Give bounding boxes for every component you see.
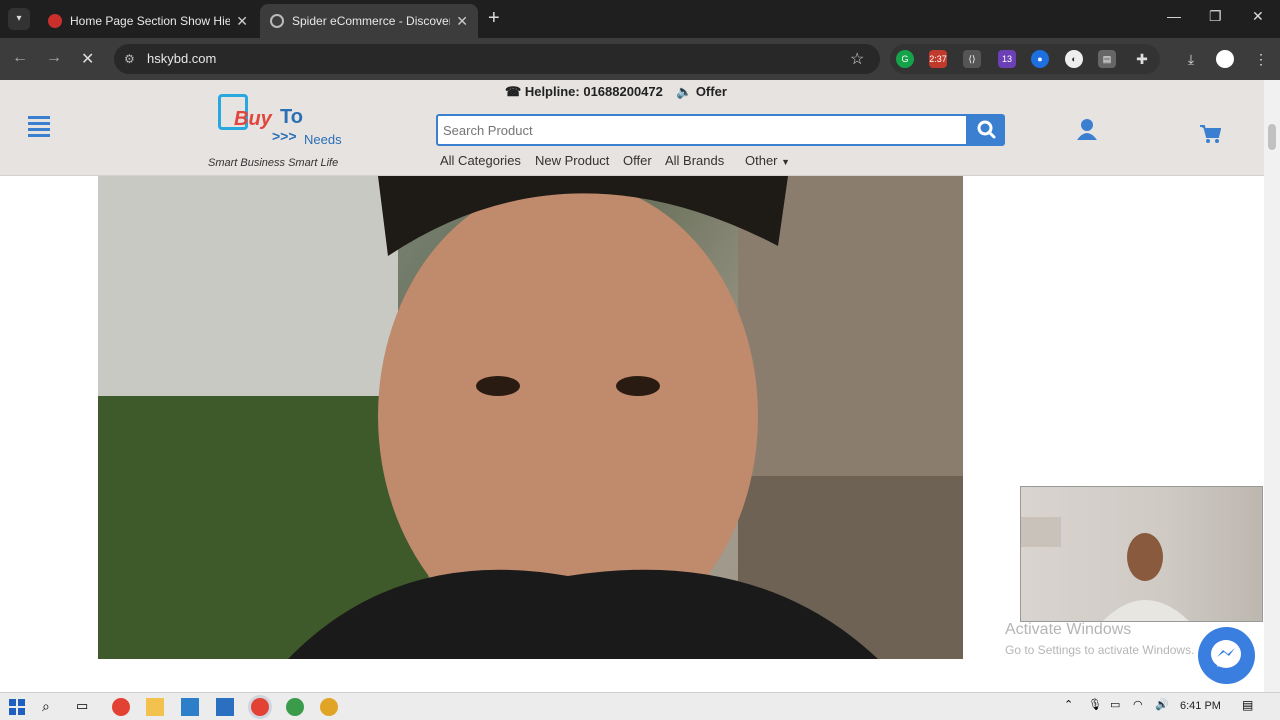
browser-tabstrip: ▾ Home Page Section Show Hied ✕ Spider e…	[0, 0, 1280, 38]
logo-to: To	[280, 106, 303, 128]
vscode-icon[interactable]	[216, 698, 234, 716]
caret-down-icon: ▼	[781, 157, 791, 167]
messenger-extension-icon[interactable]: ●	[1031, 50, 1049, 68]
chrome-canary-icon[interactable]	[320, 698, 338, 716]
tagline: Smart Business Smart Life	[208, 157, 339, 169]
logo-arrows: >>>	[272, 128, 297, 144]
buy-to-needs-logo[interactable]: Buy To >>> Needs	[218, 88, 348, 152]
helpline: ☎ Helpline: 01688200472	[505, 84, 663, 100]
helpline-text: Helpline: 01688200472	[524, 84, 663, 99]
battery-icon[interactable]: ▭	[1110, 698, 1128, 716]
windows-taskbar: ⌕ ▭ ⌃ 🎙 ▭ ◠ 🔊 6:41 PM ▤	[0, 692, 1280, 720]
hero-photo	[98, 176, 963, 659]
nav-all-brands[interactable]: All Brands	[665, 153, 724, 168]
file-explorer-icon[interactable]	[146, 698, 164, 716]
restore-icon[interactable]: ❐	[1209, 8, 1222, 25]
menu-hamburger-icon[interactable]	[28, 116, 50, 140]
page-scrollbar[interactable]	[1264, 80, 1280, 692]
chrome-icon[interactable]	[112, 698, 130, 716]
close-icon[interactable]: ✕	[236, 13, 248, 30]
speaker-icon: 🔈	[676, 84, 693, 99]
presenter-video	[1021, 517, 1189, 621]
microphone-icon[interactable]: 🎙	[1088, 698, 1106, 716]
tab-home-page[interactable]: Home Page Section Show Hied ✕	[38, 4, 258, 38]
offer-text: Offer	[695, 84, 727, 99]
loading-favicon-icon	[270, 14, 284, 28]
windows-start-icon[interactable]	[8, 698, 26, 716]
nav-all-categories[interactable]: All Categories	[440, 153, 521, 168]
grammarly-icon[interactable]: G	[896, 50, 914, 68]
user-icon[interactable]	[1076, 118, 1098, 140]
nav-offer[interactable]: Offer	[623, 153, 652, 168]
scroll-thumb[interactable]	[1268, 124, 1276, 150]
address-bar[interactable]: ⚙ hskybd.com	[114, 44, 880, 74]
activate-windows-subtitle: Go to Settings to activate Windows.	[1005, 643, 1195, 657]
download-icon[interactable]: ⤓	[1182, 50, 1200, 68]
new-tab-icon[interactable]: +	[488, 7, 500, 30]
portrait-photo	[98, 176, 963, 659]
profile-avatar[interactable]	[1216, 50, 1234, 68]
search-field[interactable]	[436, 114, 968, 146]
extension-badge-icon[interactable]: 13	[998, 50, 1016, 68]
chevron-up-icon[interactable]: ⌃	[1064, 698, 1082, 716]
search-icon	[977, 120, 996, 139]
code-extension-icon[interactable]: ⟨⟩	[963, 50, 981, 68]
cart-icon[interactable]	[1199, 124, 1221, 144]
nav-other[interactable]: Other ▼	[745, 153, 790, 168]
search-button[interactable]	[968, 114, 1005, 146]
search-icon[interactable]: ⌕	[42, 698, 60, 716]
messenger-chat-button[interactable]	[1198, 627, 1255, 684]
store-icon[interactable]	[181, 698, 199, 716]
webcam-overlay	[1020, 486, 1263, 622]
logo-needs: Needs	[304, 132, 342, 147]
close-icon[interactable]: ✕	[456, 13, 468, 30]
forward-icon[interactable]: →	[46, 49, 62, 67]
address-text: hskybd.com	[147, 51, 217, 66]
messenger-icon	[1211, 640, 1241, 668]
wifi-icon[interactable]: ◠	[1133, 698, 1151, 716]
chrome-active-icon[interactable]	[251, 698, 269, 716]
search-input[interactable]	[438, 116, 966, 144]
back-icon[interactable]: ←	[12, 49, 28, 67]
tab-search-button[interactable]: ▾	[8, 8, 30, 30]
stop-loading-icon[interactable]: ✕	[81, 49, 94, 69]
nav-new-product[interactable]: New Product	[535, 153, 609, 168]
logo-buy: Buy	[234, 108, 272, 130]
notifications-icon[interactable]: ▤	[1242, 698, 1260, 716]
volume-icon[interactable]: 🔊	[1155, 698, 1173, 716]
offer-link[interactable]: 🔈 Offer	[676, 84, 727, 100]
chrome-profile-icon[interactable]	[286, 698, 304, 716]
youtube-favicon-icon	[48, 14, 62, 28]
site-info-icon[interactable]: ⚙	[124, 44, 135, 74]
timer-extension-icon[interactable]: 2:37	[929, 50, 947, 68]
minimize-icon[interactable]: —	[1167, 8, 1181, 24]
activate-windows-title: Activate Windows	[1005, 621, 1132, 638]
phone-icon: ☎	[505, 84, 522, 99]
tab-spider-ecommerce[interactable]: Spider eCommerce - Discover a ✕	[260, 4, 478, 38]
tab-title: Home Page Section Show Hied	[70, 14, 231, 28]
nav-other-label: Other	[745, 153, 778, 168]
taskbar-clock[interactable]: 6:41 PM	[1180, 700, 1221, 712]
window-close-icon[interactable]: ✕	[1252, 8, 1264, 25]
site-header: Buy To >>> Needs Smart Business Smart Li…	[0, 80, 1264, 176]
tab-title: Spider eCommerce - Discover a	[292, 14, 451, 28]
printer-extension-icon[interactable]: ▤	[1098, 50, 1116, 68]
browser-menu-icon[interactable]: ⋮	[1252, 50, 1270, 68]
circle-extension-icon[interactable]: ◐	[1065, 50, 1083, 68]
browser-toolbar: ← → ✕ ⚙ hskybd.com ☆ G 2:37 ⟨⟩ 13 ● ◐ ▤ …	[0, 38, 1280, 80]
task-view-icon[interactable]: ▭	[76, 698, 94, 716]
bookmark-star-icon[interactable]: ☆	[850, 49, 864, 69]
puzzle-extensions-icon[interactable]: ✚	[1133, 50, 1151, 68]
